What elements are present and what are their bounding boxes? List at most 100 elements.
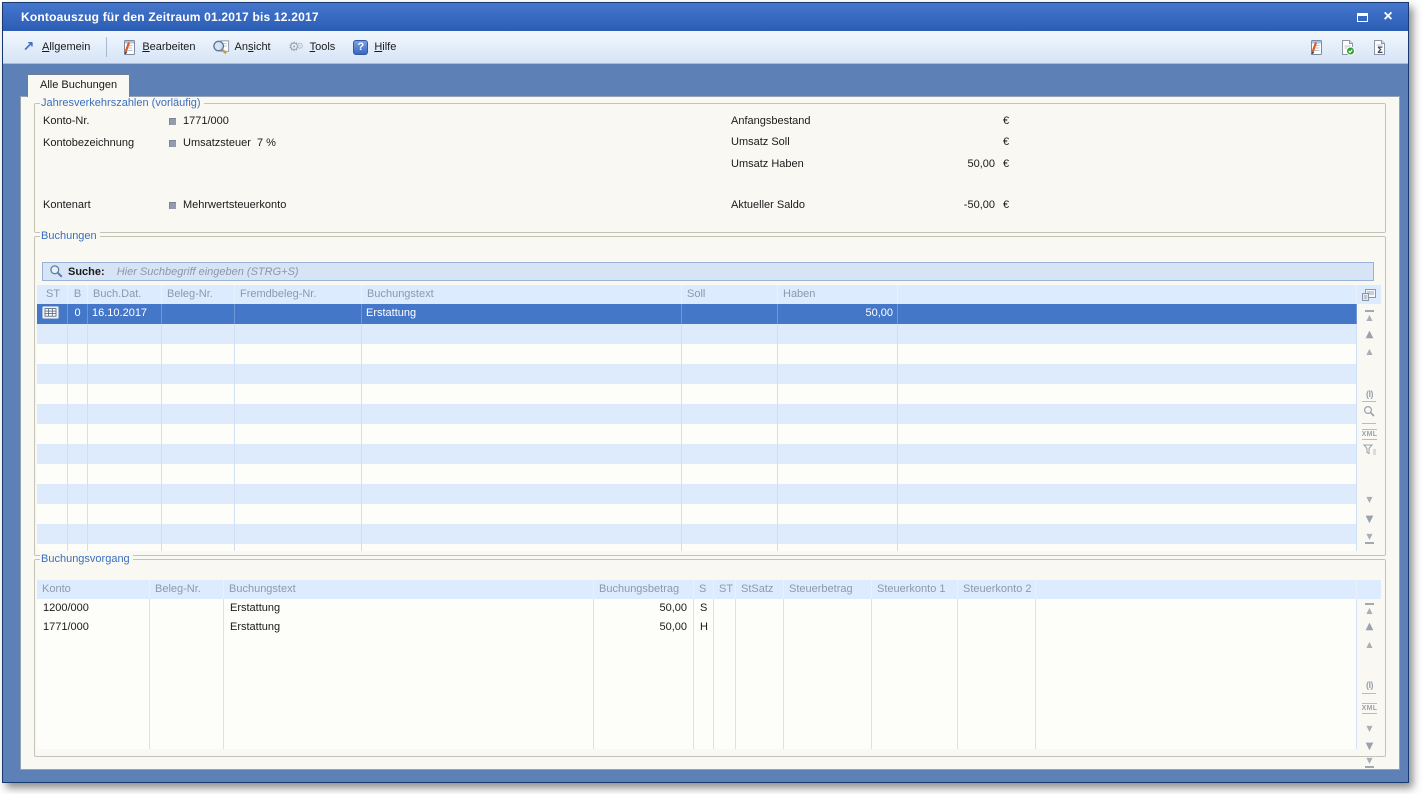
booking-row-empty[interactable] (37, 424, 1357, 444)
scroll-top-icon[interactable]: ▲ (1359, 309, 1380, 322)
voucher-cell[interactable]: 1771/000 (37, 618, 149, 637)
column-header-Beleg-Nr.[interactable]: Beleg-Nr. (162, 285, 235, 304)
record-indicator-icon[interactable]: (I) (1359, 679, 1380, 691)
cell-beleg (162, 544, 235, 551)
move-down-icon[interactable]: ▼ (1359, 515, 1380, 525)
menu-item-hilfe[interactable]: ?Hilfe (351, 38, 396, 56)
move-up-icon[interactable]: ▲ (1359, 622, 1380, 632)
cell-date (88, 324, 162, 344)
menu-item-tools[interactable]: ⚙⚙Tools (287, 38, 336, 56)
field-row: Kontenart Mehrwertsteuerkonto Aktueller … (35, 199, 1385, 213)
step-down-icon[interactable]: ▼ (1359, 495, 1380, 504)
booking-row-empty[interactable] (37, 384, 1357, 404)
booking-row-empty[interactable] (37, 344, 1357, 364)
voucher-cell[interactable]: S (694, 599, 713, 618)
booking-row-empty[interactable] (37, 504, 1357, 524)
booking-row-empty[interactable] (37, 324, 1357, 344)
voucher-cell[interactable]: Erstattung (224, 618, 593, 637)
voucher-cell[interactable] (784, 618, 871, 637)
voucher-cell[interactable] (714, 599, 735, 618)
scroll-bottom-icon[interactable]: ▼ (1359, 756, 1380, 769)
column-header-Steuerkonto 2[interactable]: Steuerkonto 2 (958, 580, 1036, 599)
column-header-Soll[interactable]: Soll (682, 285, 778, 304)
cell-text (362, 504, 682, 524)
xml-icon[interactable]: XML (1359, 427, 1380, 440)
voucher-cell[interactable] (784, 599, 871, 618)
filter-icon[interactable] (1359, 444, 1380, 459)
column-header-Buchungstext[interactable]: Buchungstext (362, 285, 682, 304)
step-down-icon[interactable]: ▼ (1359, 724, 1380, 733)
booking-row-empty[interactable] (37, 524, 1357, 544)
column-header-StSatz[interactable]: StSatz (736, 580, 784, 599)
column-header-filler[interactable] (1036, 580, 1357, 599)
move-up-icon[interactable]: ▲ (1359, 330, 1380, 340)
voucher-cell[interactable] (958, 618, 1035, 637)
column-header-Buchungstext[interactable]: Buchungstext (224, 580, 594, 599)
cell-fill (898, 364, 1357, 384)
grid-button-icon[interactable] (37, 304, 68, 324)
booking-row-selected[interactable]: 016.10.2017Erstattung50,00 (37, 304, 1357, 324)
voucher-cell[interactable] (958, 599, 1035, 618)
voucher-cell[interactable]: 50,00 (594, 618, 693, 637)
booking-row-empty[interactable] (37, 484, 1357, 504)
voucher-cell[interactable] (714, 618, 735, 637)
voucher-cell[interactable]: H (694, 618, 713, 637)
voucher-cell[interactable] (872, 599, 957, 618)
column-header-ST[interactable]: ST (37, 285, 68, 304)
column-header-Haben[interactable]: Haben (778, 285, 898, 304)
column-header-filler[interactable] (898, 285, 1357, 304)
menu-item-allgemein[interactable]: ↗Allgemein (19, 38, 90, 56)
voucher-cell[interactable] (736, 599, 783, 618)
cell-st (37, 424, 68, 444)
field-row: Umsatz Soll € (35, 136, 1385, 150)
step-up-icon[interactable]: ▲ (1359, 347, 1380, 356)
voucher-cell[interactable]: 1200/000 (37, 599, 149, 618)
edit-note-icon[interactable] (1306, 38, 1324, 56)
voucher-cell[interactable] (1036, 618, 1356, 637)
cell-haben (778, 424, 898, 444)
column-header-Konto[interactable]: Konto (37, 580, 150, 599)
voucher-cell[interactable] (150, 599, 223, 618)
voucher-cell[interactable] (150, 618, 223, 637)
move-down-icon[interactable]: ▼ (1359, 742, 1380, 752)
document-sum-icon[interactable]: Σ (1370, 38, 1388, 56)
xml-icon[interactable]: XML (1359, 701, 1380, 714)
column-header-B[interactable]: B (68, 285, 88, 304)
voucher-cell[interactable] (736, 618, 783, 637)
voucher-cell[interactable]: Erstattung (224, 599, 593, 618)
grid-search-icon[interactable] (1359, 405, 1380, 421)
column-header-ST[interactable]: ST (714, 580, 736, 599)
record-indicator-icon[interactable]: (I) (1359, 388, 1380, 400)
field-label: Umsatz Soll (731, 136, 790, 149)
column-header-Steuerbetrag[interactable]: Steuerbetrag (784, 580, 872, 599)
column-header-Buch.Dat.[interactable]: Buch.Dat. (88, 285, 162, 304)
cell-haben (778, 384, 898, 404)
booking-row-empty[interactable] (37, 444, 1357, 464)
booking-row-empty[interactable] (37, 464, 1357, 484)
voucher-cell[interactable] (872, 618, 957, 637)
scroll-top-icon[interactable]: ▲ (1359, 602, 1380, 615)
close-button[interactable]: × (1380, 9, 1396, 25)
cell-haben (778, 344, 898, 364)
booking-row-empty[interactable] (37, 404, 1357, 424)
tab-alle-buchungen[interactable]: Alle Buchungen (27, 74, 130, 97)
cell-soll (682, 404, 778, 424)
menu-item-bearbeiten[interactable]: Bearbeiten (119, 38, 195, 56)
search-input[interactable]: Suche: Hier Suchbegriff eingeben (STRG+S… (42, 262, 1374, 281)
cell-date (88, 504, 162, 524)
column-header-S[interactable]: S (694, 580, 714, 599)
restore-button[interactable] (1354, 9, 1370, 25)
booking-row-empty[interactable] (37, 364, 1357, 384)
column-header-Beleg-Nr.[interactable]: Beleg-Nr. (150, 580, 224, 599)
voucher-cell[interactable]: 50,00 (594, 599, 693, 618)
column-header-Steuerkonto 1[interactable]: Steuerkonto 1 (872, 580, 958, 599)
scroll-bottom-icon[interactable]: ▼ (1359, 532, 1380, 545)
menu-item-ansicht[interactable]: Ansicht (212, 38, 271, 56)
column-header-Buchungsbetrag[interactable]: Buchungsbetrag (594, 580, 694, 599)
document-check-icon[interactable] (1338, 38, 1356, 56)
column-header-Fremdbeleg-Nr.[interactable]: Fremdbeleg-Nr. (235, 285, 362, 304)
step-up-icon[interactable]: ▲ (1359, 640, 1380, 649)
cell-beleg (162, 384, 235, 404)
voucher-cell[interactable] (1036, 599, 1356, 618)
booking-row-empty[interactable] (37, 544, 1357, 551)
